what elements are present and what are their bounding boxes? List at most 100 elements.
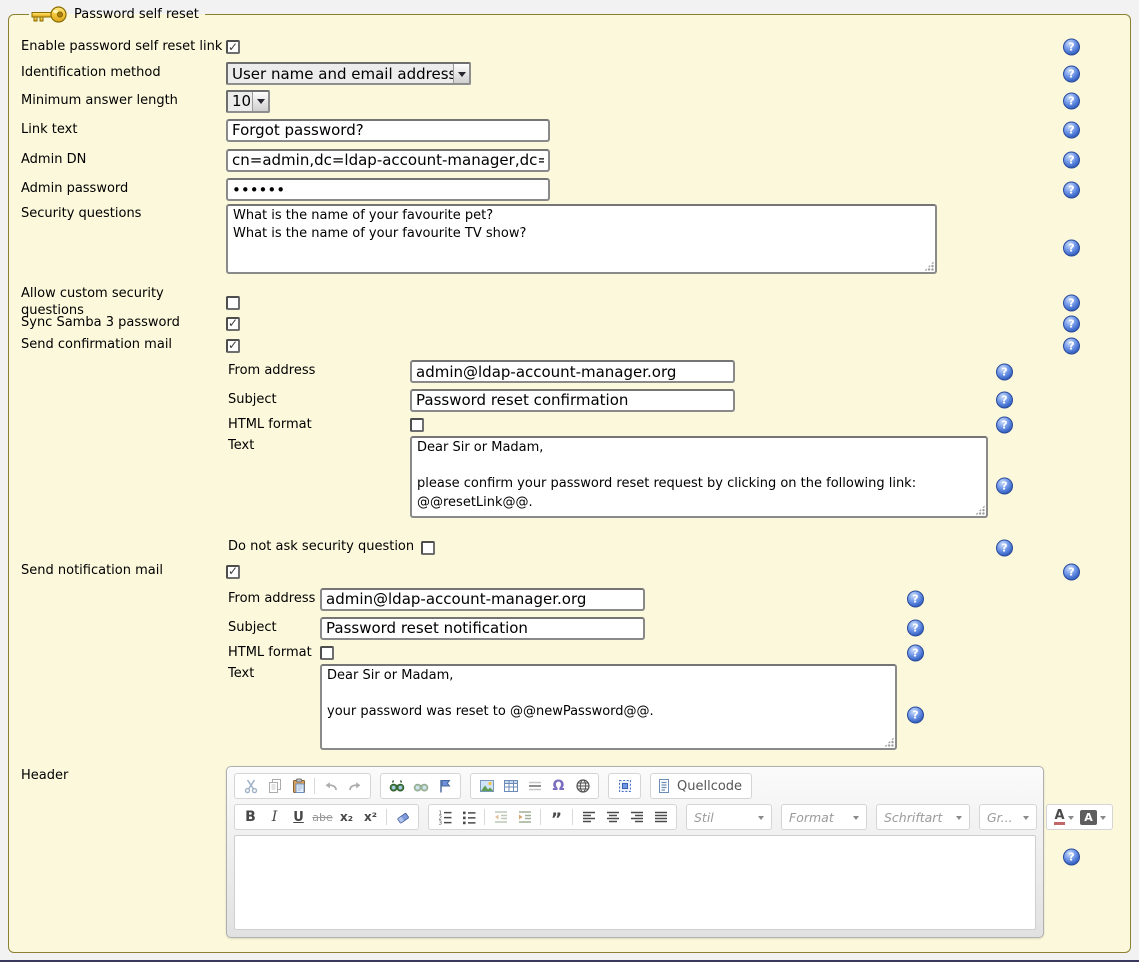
chevron-down-icon: [1100, 816, 1106, 823]
format-combo[interactable]: Format: [781, 804, 867, 830]
blockquote-button[interactable]: ”: [545, 806, 568, 828]
bold-button[interactable]: B: [239, 806, 262, 828]
help-icon[interactable]: ?: [996, 539, 1013, 556]
row-sync-samba: Sync Samba 3 password ✓ ?: [21, 313, 1126, 334]
help-icon[interactable]: ?: [996, 363, 1013, 380]
help-icon[interactable]: ?: [996, 392, 1013, 409]
align-center-icon[interactable]: [601, 806, 624, 828]
strikethrough-button[interactable]: abe: [311, 806, 334, 828]
help-icon[interactable]: ?: [1063, 65, 1080, 82]
help-icon[interactable]: ?: [907, 645, 924, 662]
help-icon[interactable]: ?: [1063, 240, 1080, 257]
help-icon[interactable]: ?: [1063, 849, 1080, 866]
chevron-down-icon: [956, 816, 962, 823]
background-color-button[interactable]: A: [1078, 806, 1108, 828]
help-icon[interactable]: ?: [1063, 315, 1080, 332]
send-notification-mail-checkbox[interactable]: ✓: [226, 565, 240, 579]
editor-content-area[interactable]: [234, 835, 1036, 930]
source-button-label[interactable]: Quellcode: [674, 779, 747, 794]
source-icon[interactable]: [655, 775, 673, 797]
min-answer-length-label: Minimum answer length: [21, 93, 226, 109]
basicstyles-group: B I U abe x₂ x²: [234, 804, 419, 830]
find-icon[interactable]: [385, 775, 408, 797]
help-icon[interactable]: ?: [1063, 152, 1080, 169]
help-icon[interactable]: ?: [1063, 563, 1080, 580]
help-icon[interactable]: ?: [1063, 337, 1080, 354]
row-confirmation-subject: Subject ?: [21, 386, 1126, 414]
help-icon[interactable]: ?: [1063, 39, 1080, 56]
help-icon[interactable]: ?: [907, 707, 924, 724]
link-text-field[interactable]: [226, 119, 550, 142]
confirmation-subject-field[interactable]: [410, 389, 735, 412]
style-combo[interactable]: Stil: [686, 804, 772, 830]
special-character-icon[interactable]: Ω: [547, 775, 570, 797]
table-icon[interactable]: [499, 775, 522, 797]
key-icon: [31, 5, 67, 24]
notification-html-format-checkbox[interactable]: [320, 646, 334, 660]
font-combo[interactable]: Schriftart: [876, 804, 970, 830]
notification-from-field[interactable]: [320, 588, 645, 611]
checkmark-icon: ✓: [228, 41, 238, 53]
row-enable-reset: Enable password self reset link ✓ ?: [21, 34, 1126, 60]
paste-icon[interactable]: [287, 775, 310, 797]
align-left-icon[interactable]: [577, 806, 600, 828]
superscript-button[interactable]: x²: [359, 806, 382, 828]
undo-icon[interactable]: [319, 775, 342, 797]
numbered-list-icon[interactable]: 123: [433, 806, 456, 828]
font-size-combo[interactable]: Gr...: [979, 804, 1037, 830]
image-icon[interactable]: [475, 775, 498, 797]
resize-handle-icon[interactable]: [884, 737, 894, 747]
help-icon[interactable]: ?: [1063, 294, 1080, 311]
align-right-icon[interactable]: [625, 806, 648, 828]
admin-password-field[interactable]: [226, 178, 550, 201]
send-confirmation-mail-checkbox[interactable]: ✓: [226, 339, 240, 353]
allow-custom-questions-checkbox[interactable]: [226, 296, 240, 310]
align-justify-icon[interactable]: [649, 806, 672, 828]
maximize-group: [608, 773, 641, 799]
outdent-icon[interactable]: [489, 806, 512, 828]
cut-icon[interactable]: [239, 775, 262, 797]
admin-dn-field[interactable]: [226, 149, 550, 172]
confirmation-html-format-checkbox[interactable]: [410, 418, 424, 432]
row-security-questions: Security questions What is the name of y…: [21, 204, 1126, 292]
help-icon[interactable]: ?: [1063, 122, 1080, 139]
row-notification-from: From address ?: [21, 584, 1126, 614]
bulleted-list-icon[interactable]: [457, 806, 480, 828]
skip-security-question-checkbox[interactable]: [421, 541, 435, 555]
text-color-button[interactable]: A: [1051, 806, 1077, 828]
indent-icon[interactable]: [513, 806, 536, 828]
help-icon[interactable]: ?: [996, 417, 1013, 434]
resize-handle-icon[interactable]: [975, 505, 985, 515]
row-skip-security-question: Do not ask security question ?: [21, 536, 1126, 559]
redo-icon[interactable]: [343, 775, 366, 797]
resize-handle-icon[interactable]: [924, 261, 934, 271]
help-icon[interactable]: ?: [996, 478, 1013, 495]
spellcheck-flag-icon[interactable]: [433, 775, 456, 797]
editor-toolbar-row2: B I U abe x₂ x² 123: [234, 804, 1036, 830]
underline-button[interactable]: U: [287, 806, 310, 828]
confirmation-from-field[interactable]: [410, 360, 735, 383]
enable-reset-checkbox[interactable]: ✓: [226, 40, 240, 54]
identification-method-select[interactable]: User name and email address: [226, 62, 471, 85]
maximize-icon[interactable]: [613, 775, 636, 797]
notification-text-textarea[interactable]: Dear Sir or Madam, your password was res…: [320, 664, 897, 750]
notification-subject-field[interactable]: [320, 617, 645, 640]
subscript-button[interactable]: x₂: [335, 806, 358, 828]
confirmation-html-format-label: HTML format: [228, 417, 410, 433]
copy-icon[interactable]: [263, 775, 286, 797]
remove-format-icon[interactable]: [391, 806, 414, 828]
italic-button[interactable]: I: [263, 806, 286, 828]
panel-content: Enable password self reset link ✓ ? Iden…: [21, 26, 1130, 948]
iframe-globe-icon[interactable]: [571, 775, 594, 797]
help-icon[interactable]: ?: [907, 591, 924, 608]
horizontal-rule-icon[interactable]: [523, 775, 546, 797]
security-questions-textarea[interactable]: What is the name of your favourite pet? …: [226, 204, 937, 274]
help-icon[interactable]: ?: [1063, 93, 1080, 110]
replace-icon[interactable]: [409, 775, 432, 797]
confirmation-text-textarea[interactable]: Dear Sir or Madam, please confirm your p…: [410, 436, 988, 518]
help-icon[interactable]: ?: [1063, 181, 1080, 198]
min-answer-length-select[interactable]: 10: [226, 90, 270, 113]
help-icon[interactable]: ?: [907, 620, 924, 637]
select-value: 10: [228, 92, 252, 111]
sync-samba-checkbox[interactable]: ✓: [226, 317, 240, 331]
